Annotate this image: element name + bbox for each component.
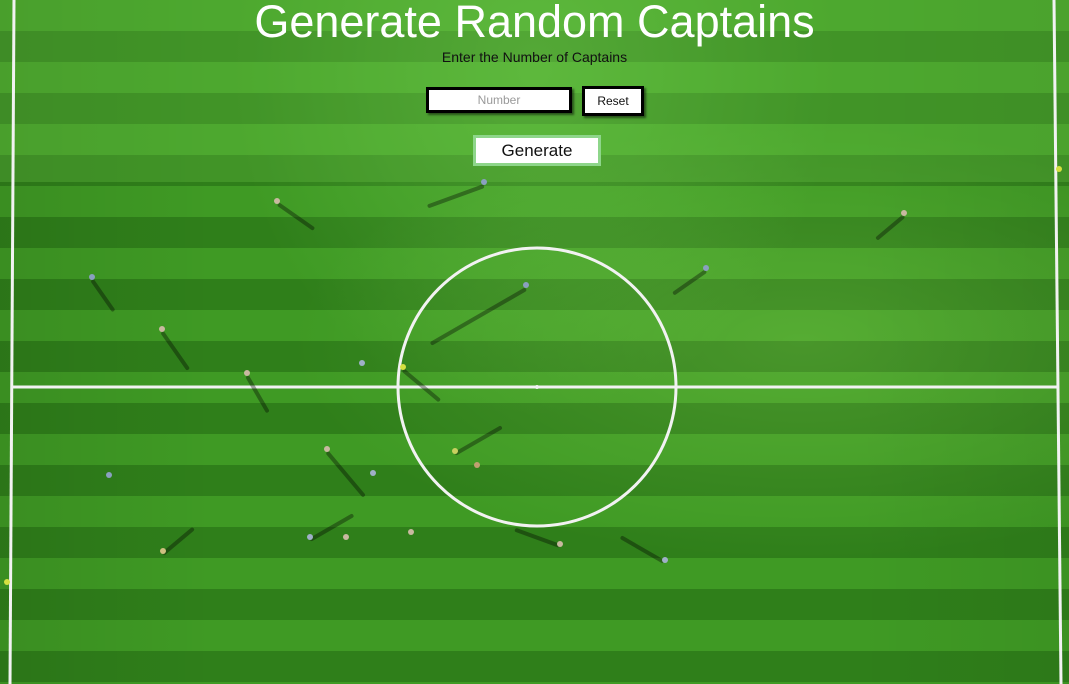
player [343,534,349,540]
player [1056,166,1062,172]
reset-button[interactable]: Reset [582,86,644,116]
player [474,462,480,468]
player [370,470,376,476]
subtitle: Enter the Number of Captains [441,49,628,65]
player [662,557,668,563]
player [324,446,330,452]
player [274,198,280,204]
player [408,529,414,535]
center-spot [535,385,539,389]
player [89,274,95,280]
player [159,326,165,332]
player [160,548,166,554]
left-touchline [8,0,16,684]
player [307,534,313,540]
generate-button[interactable]: Generate [473,135,601,166]
right-touchline [1052,0,1063,684]
header: Generate Random Captains Enter the Numbe… [0,0,1069,65]
player [4,579,10,585]
input-controls: Reset [426,86,644,116]
player [481,179,487,185]
player [901,210,907,216]
player [452,448,458,454]
player [359,360,365,366]
player [703,265,709,271]
page-title: Generate Random Captains [254,0,815,47]
player [523,282,529,288]
player [106,472,112,478]
player [557,541,563,547]
number-input[interactable] [426,87,572,113]
player [244,370,250,376]
player [400,364,406,370]
